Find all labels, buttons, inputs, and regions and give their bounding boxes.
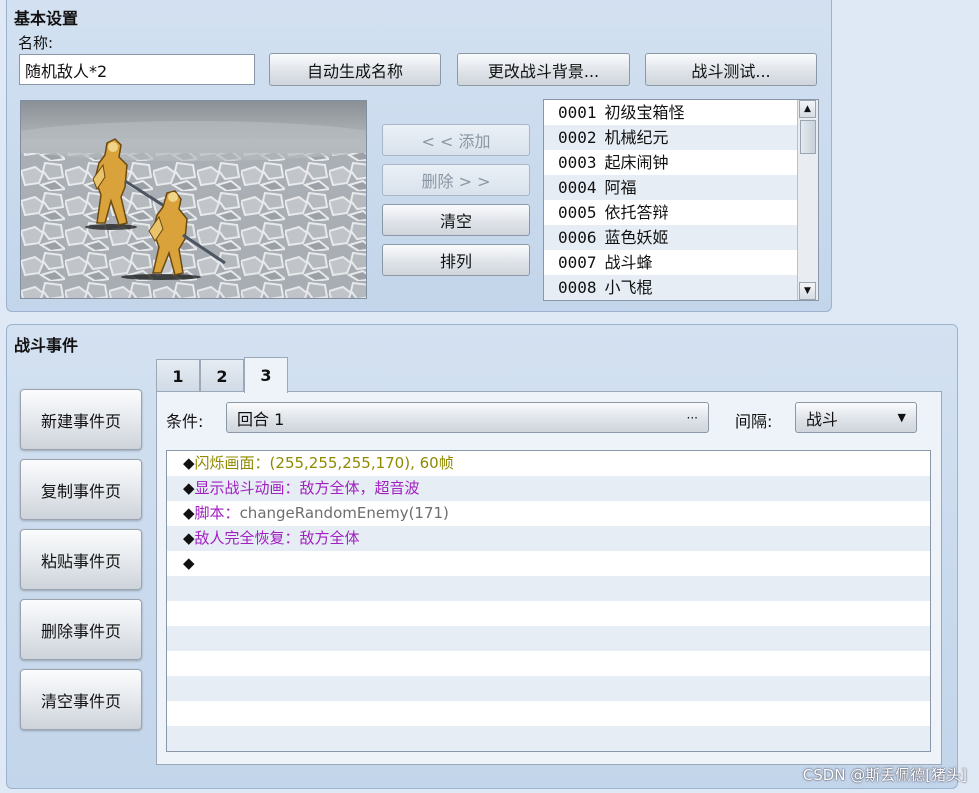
event-command-list[interactable]: ◆闪烁画面：(255,255,255,170), 60帧 ◆显示战斗动画：敌方全体…	[166, 450, 931, 752]
enemy-name: 初级宝箱怪	[604, 103, 685, 122]
event-command-row[interactable]	[167, 626, 930, 651]
enemy-name: 起床闹钟	[604, 153, 669, 172]
command-bullet: ◆	[183, 554, 195, 572]
tab-page-1[interactable]: 1	[156, 359, 200, 393]
enemy-id: 0005	[558, 203, 597, 222]
enemy-id: 0008	[558, 278, 597, 297]
new-event-page-button[interactable]: 新建事件页	[20, 389, 142, 450]
interval-select[interactable]: 战斗 ▼	[795, 402, 917, 433]
enemy-list[interactable]: 0001 初级宝箱怪 0002 机械纪元 0003 起床闹钟 0004 阿福 0005 依托答辩 0…	[543, 99, 819, 301]
name-label: 名称:	[18, 34, 54, 52]
event-command-row[interactable]	[167, 676, 930, 701]
battle-preview[interactable]	[20, 100, 367, 299]
command-text: 敌人完全恢复：敌方全体	[194, 529, 360, 547]
event-command-row[interactable]	[167, 576, 930, 601]
enemy-name: 机械纪元	[604, 128, 669, 147]
tab-page-2[interactable]: 2	[200, 359, 244, 393]
enemy-name: 蓝色妖姬	[604, 228, 669, 247]
scroll-thumb[interactable]	[800, 120, 816, 154]
enemy-name: 依托答辩	[604, 203, 669, 222]
enemy-list-item[interactable]: 0002 机械纪元	[544, 125, 799, 150]
change-background-button[interactable]: 更改战斗背景...	[457, 53, 630, 86]
enemy-name: 战斗蜂	[604, 253, 653, 272]
basic-settings-title: 基本设置	[14, 9, 79, 28]
command-text: 闪烁画面：(255,255,255,170), 60帧	[194, 454, 454, 472]
enemy-list-item[interactable]: 0003 起床闹钟	[544, 150, 799, 175]
scroll-up-icon[interactable]: ▲	[799, 100, 816, 118]
event-command-row[interactable]: ◆脚本：changeRandomEnemy(171)	[167, 501, 930, 526]
enemy-list-item[interactable]: 0008 小飞棍	[544, 275, 799, 300]
event-command-row[interactable]: ◆闪烁画面：(255,255,255,170), 60帧	[167, 451, 930, 476]
chevron-down-icon: ▼	[897, 411, 906, 424]
condition-value: 回合 1	[237, 409, 285, 429]
paste-event-page-button[interactable]: 粘贴事件页	[20, 529, 142, 590]
command-text: 显示战斗动画：敌方全体，超音波	[194, 479, 420, 497]
event-command-row[interactable]: ◆显示战斗动画：敌方全体，超音波	[167, 476, 930, 501]
enemy-id: 0001	[558, 103, 597, 122]
command-text: changeRandomEnemy(171)	[239, 504, 449, 522]
condition-field[interactable]: 回合 1 ···	[226, 402, 709, 433]
event-command-row[interactable]: ◆	[167, 551, 930, 576]
auto-name-button[interactable]: 自动生成名称	[269, 53, 441, 86]
event-command-row[interactable]	[167, 701, 930, 726]
enemy-id: 0004	[558, 178, 597, 197]
enemy-sprite-2[interactable]	[117, 187, 227, 283]
copy-event-page-button[interactable]: 复制事件页	[20, 459, 142, 520]
event-command-row[interactable]	[167, 726, 930, 751]
enemy-name: 小飞棍	[604, 278, 653, 297]
enemy-name: 阿福	[604, 178, 637, 197]
remove-enemy-button[interactable]: 删除 > >	[382, 164, 530, 196]
scroll-down-icon[interactable]: ▼	[799, 282, 816, 300]
tab-page-3[interactable]: 3	[244, 357, 288, 393]
interval-value: 战斗	[806, 409, 839, 429]
enemy-id: 0003	[558, 153, 597, 172]
enemy-id: 0006	[558, 228, 597, 247]
ellipsis-icon: ···	[686, 410, 698, 425]
command-bullet: ◆	[183, 454, 195, 472]
event-command-row[interactable]	[167, 601, 930, 626]
clear-enemies-button[interactable]: 清空	[382, 204, 530, 236]
condition-label: 条件:	[166, 412, 204, 431]
enemy-id: 0007	[558, 253, 597, 272]
command-bullet: ◆	[183, 504, 195, 522]
command-label: 脚本：	[194, 504, 240, 522]
enemy-list-item[interactable]: 0007 战斗蜂	[544, 250, 799, 275]
command-bullet: ◆	[183, 529, 195, 547]
name-input[interactable]: 随机敌人*2	[19, 54, 255, 85]
enemy-list-item[interactable]: 0001 初级宝箱怪	[544, 100, 799, 125]
command-bullet: ◆	[183, 479, 195, 497]
add-enemy-button[interactable]: < < 添加	[382, 124, 530, 156]
enemy-list-item[interactable]: 0004 阿福	[544, 175, 799, 200]
watermark: CSDN @斯丢佩德[猪头]	[802, 766, 967, 784]
enemy-id: 0002	[558, 128, 597, 147]
event-command-row[interactable]: ◆敌人完全恢复：敌方全体	[167, 526, 930, 551]
arrange-enemies-button[interactable]: 排列	[382, 244, 530, 276]
enemy-list-scrollbar[interactable]: ▲ ▼	[797, 100, 818, 300]
delete-event-page-button[interactable]: 删除事件页	[20, 599, 142, 660]
interval-label: 间隔:	[735, 412, 773, 431]
battle-test-button[interactable]: 战斗测试...	[645, 53, 817, 86]
battle-events-title: 战斗事件	[14, 336, 79, 355]
enemy-list-item[interactable]: 0006 蓝色妖姬	[544, 225, 799, 250]
event-command-row[interactable]	[167, 651, 930, 676]
enemy-list-item[interactable]: 0005 依托答辩	[544, 200, 799, 225]
clear-event-page-button[interactable]: 清空事件页	[20, 669, 142, 730]
